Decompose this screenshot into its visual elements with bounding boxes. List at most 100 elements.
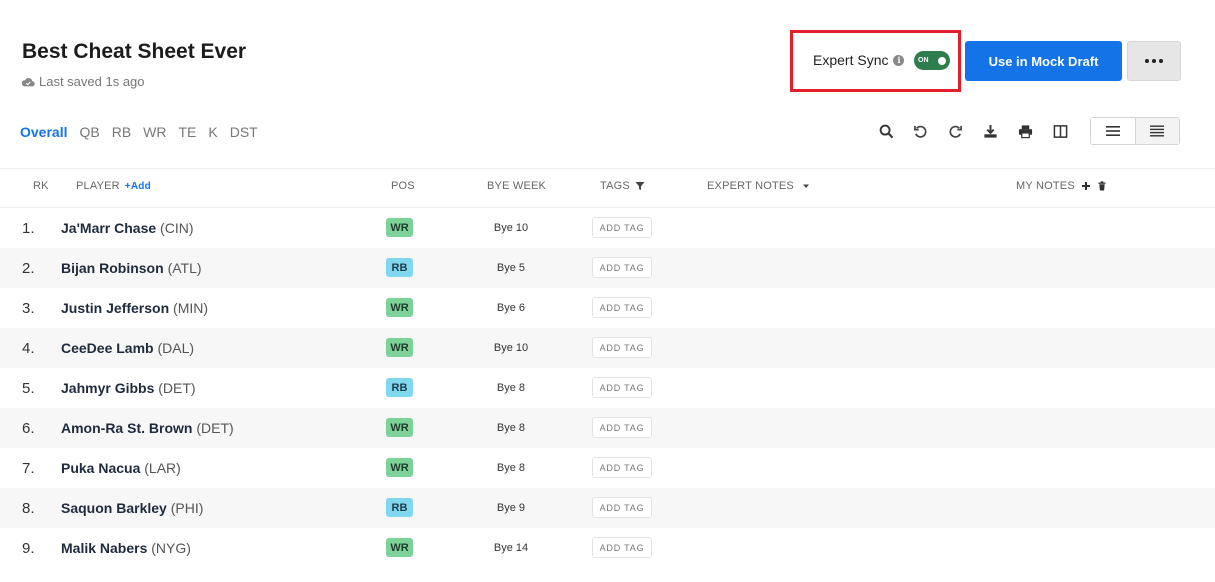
expert-sync-label: Expert Sync i [813, 52, 905, 68]
player-name[interactable]: Puka Nacua [61, 460, 140, 476]
bye-week: Bye 10 [493, 222, 529, 234]
ellipsis-dot [1152, 59, 1156, 63]
cloud-icon [21, 77, 35, 86]
player-team: (DET) [196, 420, 234, 436]
table-row[interactable]: 7. Puka Nacua (LAR) WR Bye 8 ADD TAG [0, 448, 1215, 488]
tab-qb[interactable]: QB [79, 124, 99, 140]
add-tag-button[interactable]: ADD TAG [592, 217, 652, 238]
table-row[interactable]: 3. Justin Jefferson (MIN) WR Bye 6 ADD T… [0, 288, 1215, 328]
player-name[interactable]: Amon-Ra St. Brown [61, 420, 192, 436]
redo-icon[interactable] [946, 122, 964, 140]
position-badge: RB [386, 258, 413, 277]
column-bye-week[interactable]: BYE WEEK [487, 180, 546, 192]
bye-week: Bye 6 [496, 302, 526, 314]
list-view-button[interactable] [1091, 118, 1136, 144]
ellipsis-dot [1159, 59, 1163, 63]
rank: 3. [22, 300, 35, 317]
column-pos[interactable]: POS [391, 180, 415, 192]
table-row[interactable]: 5. Jahmyr Gibbs (DET) RB Bye 8 ADD TAG [0, 368, 1215, 408]
player-cell[interactable]: Puka Nacua (LAR) [61, 460, 181, 476]
player-team: (ATL) [167, 260, 202, 276]
column-my-notes-label: MY NOTES [1016, 180, 1075, 192]
rank: 4. [22, 340, 35, 357]
add-tag-button[interactable]: ADD TAG [592, 337, 652, 358]
table-row[interactable]: 6. Amon-Ra St. Brown (DET) WR Bye 8 ADD … [0, 408, 1215, 448]
player-name[interactable]: Saquon Barkley [61, 500, 167, 516]
player-cell[interactable]: Ja'Marr Chase (CIN) [61, 220, 193, 236]
tab-te[interactable]: TE [179, 124, 197, 140]
table-row[interactable]: 8. Saquon Barkley (PHI) RB Bye 9 ADD TAG [0, 488, 1215, 528]
rank: 2. [22, 260, 35, 277]
print-icon[interactable] [1016, 122, 1034, 140]
list-icon [1105, 126, 1120, 136]
undo-icon[interactable] [911, 122, 929, 140]
player-name[interactable]: Ja'Marr Chase [61, 220, 156, 236]
table-row[interactable]: 9. Malik Nabers (NYG) WR Bye 14 ADD TAG [0, 528, 1215, 568]
download-icon[interactable] [981, 122, 999, 140]
position-badge: WR [386, 338, 413, 357]
player-cell[interactable]: Jahmyr Gibbs (DET) [61, 380, 196, 396]
add-player-button[interactable]: +Add [125, 181, 151, 192]
rank: 1. [22, 220, 35, 237]
position-badge: RB [386, 378, 413, 397]
add-tag-button[interactable]: ADD TAG [592, 537, 652, 558]
caret-down-icon[interactable] [799, 182, 813, 190]
player-name[interactable]: Jahmyr Gibbs [61, 380, 154, 396]
saved-status-text: Last saved 1s ago [39, 74, 145, 89]
column-my-notes: MY NOTES [1016, 180, 1107, 192]
rank: 8. [22, 500, 35, 517]
plus-icon[interactable] [1080, 181, 1092, 191]
filter-icon[interactable] [635, 181, 645, 191]
player-cell[interactable]: Malik Nabers (NYG) [61, 540, 191, 556]
tab-rb[interactable]: RB [112, 124, 131, 140]
bye-week: Bye 8 [496, 462, 526, 474]
position-badge: RB [386, 498, 413, 517]
table-row[interactable]: 4. CeeDee Lamb (DAL) WR Bye 10 ADD TAG [0, 328, 1215, 368]
position-badge: WR [386, 418, 413, 437]
player-team: (DET) [158, 380, 196, 396]
more-options-button[interactable] [1127, 41, 1181, 81]
table-row[interactable]: 1. Ja'Marr Chase (CIN) WR Bye 10 ADD TAG [0, 208, 1215, 248]
add-tag-button[interactable]: ADD TAG [592, 377, 652, 398]
player-name[interactable]: Justin Jefferson [61, 300, 169, 316]
column-rank: RK [33, 180, 49, 192]
player-name[interactable]: Bijan Robinson [61, 260, 164, 276]
expert-sync-toggle[interactable]: ON [914, 51, 950, 70]
player-name[interactable]: Malik Nabers [61, 540, 147, 556]
rank: 6. [22, 420, 35, 437]
position-tabs: Overall QB RB WR TE K DST [20, 124, 258, 140]
table-row[interactable]: 2. Bijan Robinson (ATL) RB Bye 5 ADD TAG [0, 248, 1215, 288]
tab-dst[interactable]: DST [230, 124, 258, 140]
add-tag-button[interactable]: ADD TAG [592, 457, 652, 478]
player-team: (NYG) [151, 540, 191, 556]
use-in-mock-draft-button[interactable]: Use in Mock Draft [965, 41, 1122, 81]
add-tag-button[interactable]: ADD TAG [592, 297, 652, 318]
position-badge: WR [386, 298, 413, 317]
columns-icon[interactable] [1051, 122, 1069, 140]
player-cell[interactable]: Saquon Barkley (PHI) [61, 500, 203, 516]
add-tag-button[interactable]: ADD TAG [592, 257, 652, 278]
player-cell[interactable]: Bijan Robinson (ATL) [61, 260, 202, 276]
player-name[interactable]: CeeDee Lamb [61, 340, 154, 356]
player-cell[interactable]: CeeDee Lamb (DAL) [61, 340, 194, 356]
rank: 5. [22, 380, 35, 397]
search-icon[interactable] [877, 122, 895, 140]
tab-wr[interactable]: WR [143, 124, 166, 140]
bye-week: Bye 14 [493, 542, 529, 554]
player-team: (PHI) [170, 500, 204, 516]
add-tag-button[interactable]: ADD TAG [592, 497, 652, 518]
ellipsis-icon [1145, 59, 1149, 63]
info-icon[interactable]: i [893, 54, 905, 66]
bye-week: Bye 10 [493, 342, 529, 354]
player-cell[interactable]: Justin Jefferson (MIN) [61, 300, 208, 316]
tab-k[interactable]: K [208, 124, 217, 140]
bye-week: Bye 5 [496, 262, 526, 274]
toggle-state-label: ON [918, 57, 929, 64]
add-tag-button[interactable]: ADD TAG [592, 417, 652, 438]
compact-view-button[interactable] [1135, 118, 1179, 144]
tab-overall[interactable]: Overall [20, 124, 67, 140]
position-badge: WR [386, 458, 413, 477]
trash-icon[interactable] [1097, 181, 1107, 191]
bye-week: Bye 9 [496, 502, 526, 514]
player-cell[interactable]: Amon-Ra St. Brown (DET) [61, 420, 234, 436]
